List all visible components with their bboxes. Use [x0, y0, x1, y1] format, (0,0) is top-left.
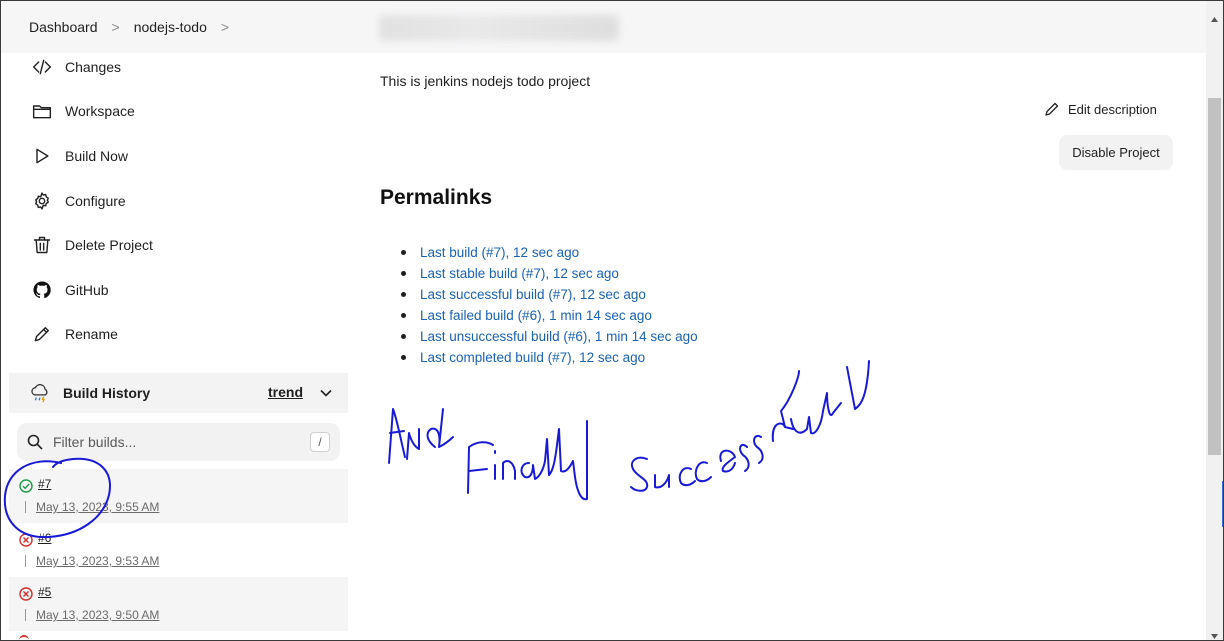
- permalinks-heading: Permalinks: [380, 186, 493, 209]
- filter-builds-box: /: [17, 423, 340, 461]
- timeline-bar: [25, 501, 26, 513]
- sidebar-item-label: Configure: [65, 193, 126, 209]
- ink-word-finally: [467, 420, 588, 501]
- timeline-bar: [25, 609, 26, 621]
- list-item: Last failed build (#6), 1 min 14 sec ago: [401, 305, 698, 326]
- pencil-icon: [1044, 101, 1060, 117]
- breadcrumb-dashboard[interactable]: Dashboard: [27, 19, 100, 35]
- breadcrumb-separator: >: [111, 19, 120, 35]
- scroll-up-arrow-icon[interactable]: [1210, 11, 1219, 22]
- vertical-scrollbar[interactable]: [1206, 1, 1223, 640]
- build-row-5: #5 May 13, 2023, 9:50 AM: [9, 577, 348, 631]
- build-number-link[interactable]: #5: [38, 585, 51, 599]
- folder-icon: [31, 100, 53, 122]
- build-history-title: Build History: [63, 385, 151, 401]
- list-item: Last unsuccessful build (#6), 1 min 14 s…: [401, 326, 698, 347]
- ink-word-and: [388, 408, 454, 464]
- build-number-link[interactable]: #7: [38, 477, 51, 491]
- breadcrumb-nodejs-todo[interactable]: nodejs-todo: [132, 19, 209, 35]
- disable-project-button[interactable]: Disable Project: [1059, 135, 1173, 170]
- keyboard-shortcut-hint: /: [310, 432, 330, 452]
- sidebar-item-workspace[interactable]: Workspace: [31, 97, 135, 125]
- sidebar-item-label: Changes: [65, 59, 122, 75]
- timeline-bar: [25, 555, 26, 567]
- sidebar-item-label: Build Now: [65, 148, 129, 164]
- play-icon: [31, 145, 53, 167]
- build-row-6: #6 May 13, 2023, 9:53 AM: [9, 523, 348, 577]
- filter-builds-input[interactable]: [53, 434, 293, 450]
- sidebar-item-label: Workspace: [65, 103, 135, 119]
- ink-word-successfull: [630, 360, 870, 492]
- permalink-last-unsuccessful-build[interactable]: Last unsuccessful build (#6), 1 min 14 s…: [420, 329, 698, 344]
- list-item: Last completed build (#7), 12 sec ago: [401, 347, 698, 368]
- failed-status-icon: [19, 533, 33, 547]
- build-date-link[interactable]: May 13, 2023, 9:53 AM: [36, 554, 159, 568]
- list-item: Last stable build (#7), 12 sec ago: [401, 263, 698, 284]
- breadcrumb-separator[interactable]: >: [221, 19, 229, 35]
- build-history-header: Build History trend: [9, 373, 348, 413]
- permalink-last-failed-build[interactable]: Last failed build (#6), 1 min 14 sec ago: [420, 308, 652, 323]
- scroll-down-arrow-icon[interactable]: [1210, 628, 1219, 639]
- edit-description-label: Edit description: [1068, 101, 1157, 117]
- search-icon: [27, 434, 43, 450]
- sidebar-item-changes[interactable]: Changes: [31, 53, 121, 81]
- permalink-last-successful-build[interactable]: Last successful build (#7), 12 sec ago: [420, 287, 646, 302]
- build-row-7: #7 May 13, 2023, 9:55 AM: [9, 469, 348, 523]
- sidebar-item-build-now[interactable]: Build Now: [31, 142, 128, 170]
- list-item: Last build (#7), 12 sec ago: [401, 242, 698, 263]
- failed-status-icon: [19, 587, 33, 601]
- success-status-icon: [19, 479, 33, 493]
- permalink-last-stable-build[interactable]: Last stable build (#7), 12 sec ago: [420, 266, 619, 281]
- permalinks-list: Last build (#7), 12 sec ago Last stable …: [401, 242, 698, 368]
- pencil-icon: [31, 323, 53, 345]
- sidebar-item-configure[interactable]: Configure: [31, 187, 126, 215]
- gear-icon: [31, 190, 53, 212]
- build-date-link[interactable]: May 13, 2023, 9:50 AM: [36, 608, 159, 622]
- sidebar-item-github[interactable]: GitHub: [31, 276, 109, 304]
- list-item: Last successful build (#7), 12 sec ago: [401, 284, 698, 305]
- build-date-link[interactable]: May 13, 2023, 9:55 AM: [36, 500, 159, 514]
- weather-icon: [29, 382, 51, 404]
- sidebar-item-label: Rename: [65, 326, 118, 342]
- build-number-link[interactable]: #6: [38, 531, 51, 545]
- github-icon: [31, 279, 53, 301]
- sidebar-item-delete-project[interactable]: Delete Project: [31, 231, 153, 259]
- scrollbar-thumb[interactable]: [1208, 98, 1221, 455]
- chevron-down-icon[interactable]: [319, 386, 333, 400]
- next-build-row-edge: [19, 635, 29, 640]
- edit-description-link[interactable]: Edit description: [1044, 99, 1157, 119]
- sidebar-item-label: GitHub: [65, 282, 109, 298]
- trash-icon: [31, 234, 53, 256]
- sidebar-item-label: Delete Project: [65, 237, 153, 253]
- code-icon: [31, 56, 53, 78]
- trend-link[interactable]: trend: [268, 384, 303, 400]
- sidebar-item-rename[interactable]: Rename: [31, 320, 118, 348]
- jenkins-page: Dashboard > nodejs-todo > Changes Worksp…: [0, 0, 1224, 641]
- blurred-page-title: [379, 15, 619, 41]
- permalink-last-completed-build[interactable]: Last completed build (#7), 12 sec ago: [420, 350, 645, 365]
- project-description: This is jenkins nodejs todo project: [380, 73, 591, 89]
- permalink-last-build[interactable]: Last build (#7), 12 sec ago: [420, 245, 579, 260]
